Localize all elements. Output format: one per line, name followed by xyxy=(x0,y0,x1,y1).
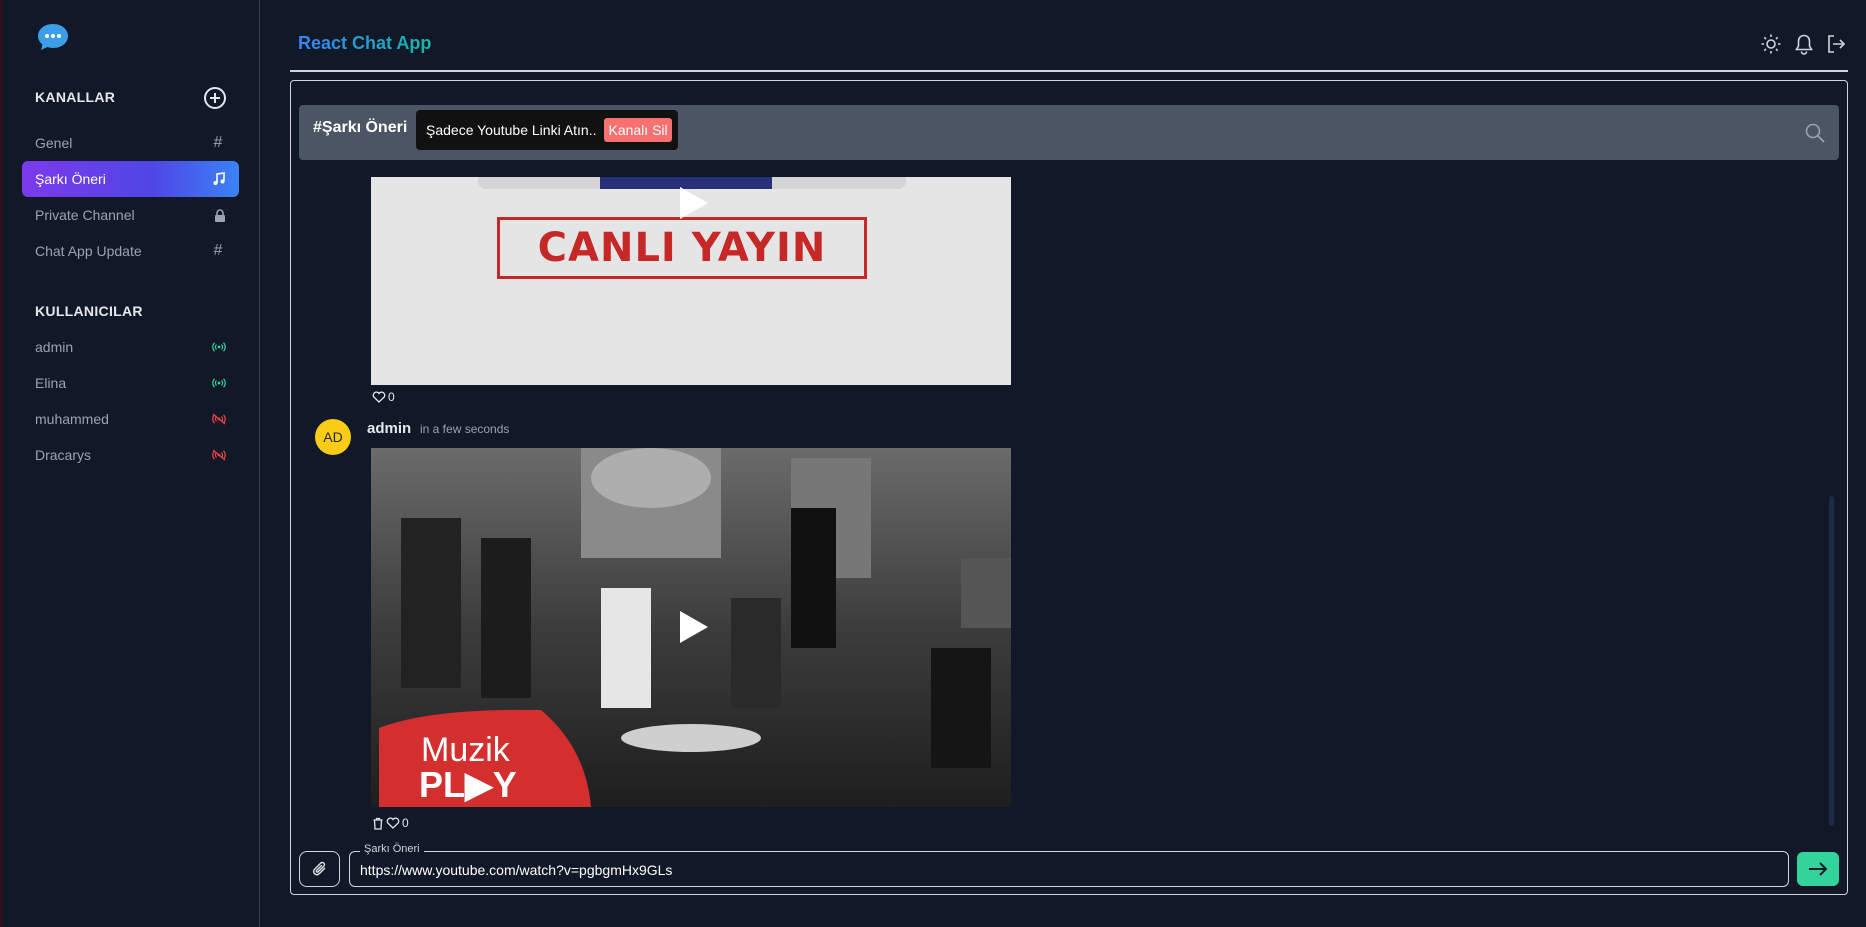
hash-icon: # xyxy=(213,134,223,151)
user-item-dracarys[interactable]: Dracarys xyxy=(22,437,239,473)
avatar: AD xyxy=(315,419,351,455)
message-timestamp: in a few seconds xyxy=(420,422,510,436)
reaction-row: 0 xyxy=(372,816,409,830)
send-button[interactable] xyxy=(1797,852,1839,886)
heart-icon[interactable] xyxy=(386,817,400,829)
user-name: Elina xyxy=(35,375,67,391)
user-name: muhammed xyxy=(35,411,109,427)
offline-broadcast-icon xyxy=(212,449,226,461)
channel-label: Genel xyxy=(35,135,73,151)
youtube-video-thumbnail[interactable]: Muzik PL▶Y xyxy=(371,448,1011,807)
search-icon[interactable] xyxy=(1804,122,1826,144)
message-input-label: Şarkı Öneri xyxy=(360,843,424,855)
add-channel-button[interactable] xyxy=(204,87,226,109)
thumbnail-brand-text-2: PL▶Y xyxy=(419,764,517,805)
arrow-right-icon xyxy=(1809,862,1828,876)
channel-label: Şarkı Öneri xyxy=(35,171,106,187)
attach-button[interactable] xyxy=(299,851,340,887)
like-count: 0 xyxy=(388,390,395,404)
user-item-elina[interactable]: Elina xyxy=(22,365,239,401)
trash-icon[interactable] xyxy=(372,817,384,830)
logout-icon[interactable] xyxy=(1825,33,1847,55)
user-item-admin[interactable]: admin xyxy=(22,329,239,365)
thumbnail-live-box: CANLI YAYIN xyxy=(497,217,867,279)
sidebar: KANALLAR Genel # Şarkı Öneri Private Cha… xyxy=(0,0,260,927)
channel-item-genel[interactable]: Genel # xyxy=(22,125,239,161)
channel-item-chat-app-update[interactable]: Chat App Update # xyxy=(22,233,239,269)
channel-description: Şadece Youtube Linki Atın.. xyxy=(426,122,597,138)
user-name: admin xyxy=(35,339,74,355)
lock-icon xyxy=(215,208,225,222)
channel-label: Chat App Update xyxy=(35,243,142,259)
channel-item-sarki-oneri[interactable]: Şarkı Öneri xyxy=(22,161,239,197)
like-count: 0 xyxy=(402,816,409,830)
delete-channel-button[interactable]: Kanalı Sil xyxy=(604,118,672,142)
paperclip-icon xyxy=(312,861,325,876)
message-input[interactable] xyxy=(360,860,1760,880)
play-icon[interactable] xyxy=(680,187,708,219)
play-icon[interactable] xyxy=(680,611,708,643)
channels-section-title: KANALLAR xyxy=(35,89,116,105)
theme-toggle-sun-icon[interactable] xyxy=(1760,33,1782,55)
message-input-wrapper: Şarkı Öneri xyxy=(349,843,1789,887)
chat-bubble-logo-icon[interactable] xyxy=(36,22,70,52)
offline-broadcast-icon xyxy=(212,413,226,425)
channel-description-tooltip: Şadece Youtube Linki Atın.. Kanalı Sil xyxy=(416,110,678,150)
user-item-muhammed[interactable]: muhammed xyxy=(22,401,239,437)
channel-label: Private Channel xyxy=(35,207,135,223)
channel-name: #Şarkı Öneri xyxy=(313,119,408,136)
app-title: React Chat App xyxy=(298,33,432,53)
users-section-title: KULLANICILAR xyxy=(35,303,143,319)
music-note-icon xyxy=(213,172,225,185)
youtube-video-thumbnail[interactable]: CANLI YAYIN xyxy=(371,177,1011,385)
plus-icon xyxy=(210,93,220,103)
reaction-row: 0 xyxy=(372,390,395,404)
channel-item-private-channel[interactable]: Private Channel xyxy=(22,197,239,233)
thumbnail-text: CANLI YAYIN xyxy=(537,225,827,271)
messages-scrollbar[interactable] xyxy=(1829,496,1834,826)
message-author: admin xyxy=(367,420,412,437)
hash-icon: # xyxy=(213,242,223,259)
bell-icon[interactable] xyxy=(1793,33,1815,55)
heart-icon[interactable] xyxy=(372,391,386,403)
online-broadcast-icon xyxy=(212,342,226,352)
online-broadcast-icon xyxy=(212,378,226,388)
user-name: Dracarys xyxy=(35,447,92,463)
header-divider xyxy=(290,70,1848,72)
